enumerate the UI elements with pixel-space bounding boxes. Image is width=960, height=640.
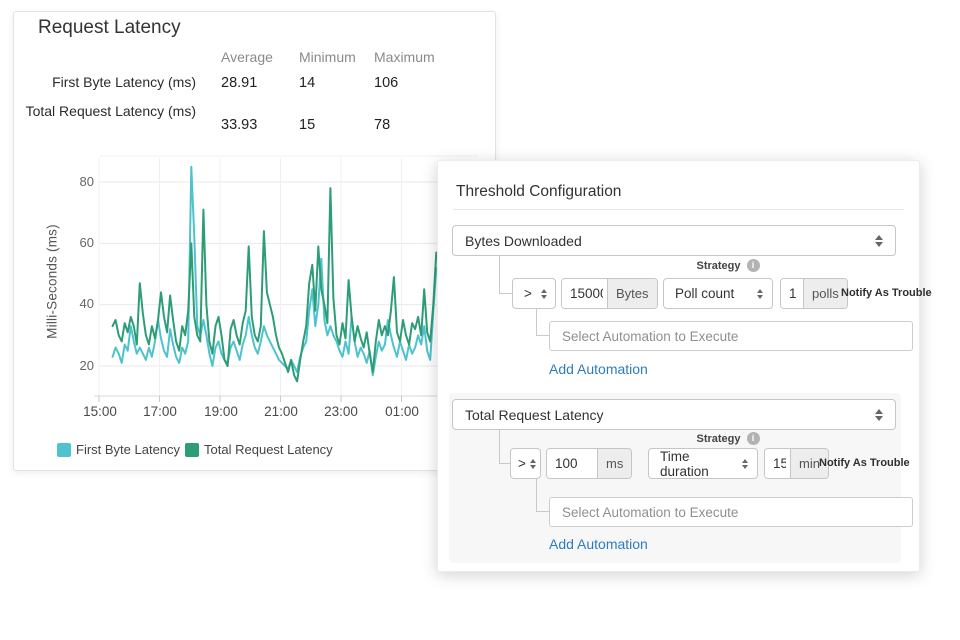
threshold-config-card: Threshold Configuration Bytes Downloaded… xyxy=(437,160,920,572)
comparator-value: > xyxy=(524,286,532,301)
legend-swatch xyxy=(185,443,199,457)
x-tick-label: 21:00 xyxy=(259,404,303,419)
unit-label: ms xyxy=(597,449,631,478)
info-icon[interactable]: i xyxy=(747,259,760,272)
panel-title: Request Latency xyxy=(38,17,181,39)
add-automation-link[interactable]: Add Automation xyxy=(549,536,648,552)
legend-item-total-request[interactable]: Total Request Latency xyxy=(185,442,333,457)
stats-row-label: First Byte Latency (ms) xyxy=(24,74,196,92)
connector-line xyxy=(536,479,549,512)
x-tick-label: 01:00 xyxy=(380,404,424,419)
comparator-select[interactable]: > xyxy=(512,278,556,309)
select-arrows-icon xyxy=(757,289,763,299)
metric-select[interactable]: Bytes Downloaded xyxy=(452,225,896,256)
info-icon[interactable]: i xyxy=(747,432,760,445)
strategy-type-select[interactable]: Time duration xyxy=(648,448,758,479)
legend-swatch xyxy=(57,443,71,457)
threshold-value-group: ms xyxy=(546,448,632,479)
stats-row-label: Total Request Latency (ms) xyxy=(24,103,196,121)
legend-label: First Byte Latency xyxy=(76,442,180,457)
legend-item-first-byte[interactable]: First Byte Latency xyxy=(57,442,180,457)
page-background: Request Latency Average Minimum Maximum … xyxy=(0,0,960,640)
metric-select-value: Total Request Latency xyxy=(465,407,604,423)
stats-value-maximum: 106 xyxy=(374,75,446,91)
select-arrows-icon xyxy=(875,409,883,421)
strategy-value-input[interactable] xyxy=(781,279,803,308)
strategy-type-value: Poll count xyxy=(675,286,734,301)
stats-value-maximum: 78 xyxy=(374,117,446,133)
stats-value-average: 28.91 xyxy=(221,75,291,91)
divider xyxy=(453,209,904,210)
comparator-select[interactable]: > xyxy=(510,448,541,479)
legend-label: Total Request Latency xyxy=(204,442,333,457)
notify-as-trouble-label: Notify As Trouble xyxy=(819,448,910,479)
strategy-value-input[interactable] xyxy=(765,449,790,478)
metric-select[interactable]: Total Request Latency xyxy=(452,399,896,430)
threshold-value-group: Bytes xyxy=(561,278,658,309)
stats-value-average: 33.93 xyxy=(221,117,291,133)
x-tick-label: 23:00 xyxy=(319,404,363,419)
strategy-label-group: Strategy i xyxy=(658,259,798,272)
chart-legend: First Byte Latency Total Request Latency xyxy=(57,442,333,457)
select-arrows-icon xyxy=(541,289,547,299)
automation-select-input[interactable] xyxy=(549,321,913,351)
metric-select-value: Bytes Downloaded xyxy=(465,233,582,249)
stats-header-maximum: Maximum xyxy=(374,49,446,65)
stats-header-minimum: Minimum xyxy=(299,49,363,65)
connector-line xyxy=(499,430,510,464)
automation-select-input[interactable] xyxy=(549,497,913,527)
strategy-type-select[interactable]: Poll count xyxy=(663,278,773,309)
select-arrows-icon xyxy=(742,459,748,469)
notify-as-trouble-label: Notify As Trouble xyxy=(841,278,932,309)
comparator-value: > xyxy=(518,456,526,471)
connector-line xyxy=(536,309,549,336)
strategy-value-group: polls xyxy=(780,278,848,309)
threshold-value-input[interactable] xyxy=(562,279,607,308)
threshold-value-input[interactable] xyxy=(547,449,597,478)
request-latency-card: Request Latency Average Minimum Maximum … xyxy=(13,11,496,471)
latency-chart xyxy=(14,152,492,412)
strategy-label: Strategy xyxy=(696,433,740,445)
stats-value-minimum: 15 xyxy=(299,117,363,133)
select-arrows-icon xyxy=(530,459,536,469)
x-tick-label: 17:00 xyxy=(138,404,182,419)
stats-value-minimum: 14 xyxy=(299,75,363,91)
x-tick-label: 15:00 xyxy=(78,404,122,419)
add-automation-link[interactable]: Add Automation xyxy=(549,361,648,377)
x-tick-label: 19:00 xyxy=(199,404,243,419)
strategy-label: Strategy xyxy=(696,260,740,272)
select-arrows-icon xyxy=(875,235,883,247)
panel-title: Threshold Configuration xyxy=(456,183,621,201)
strategy-label-group: Strategy i xyxy=(658,432,798,445)
unit-label: Bytes xyxy=(607,279,657,308)
strategy-type-value: Time duration xyxy=(660,449,742,479)
stats-header-average: Average xyxy=(221,49,291,65)
connector-line xyxy=(499,256,512,294)
